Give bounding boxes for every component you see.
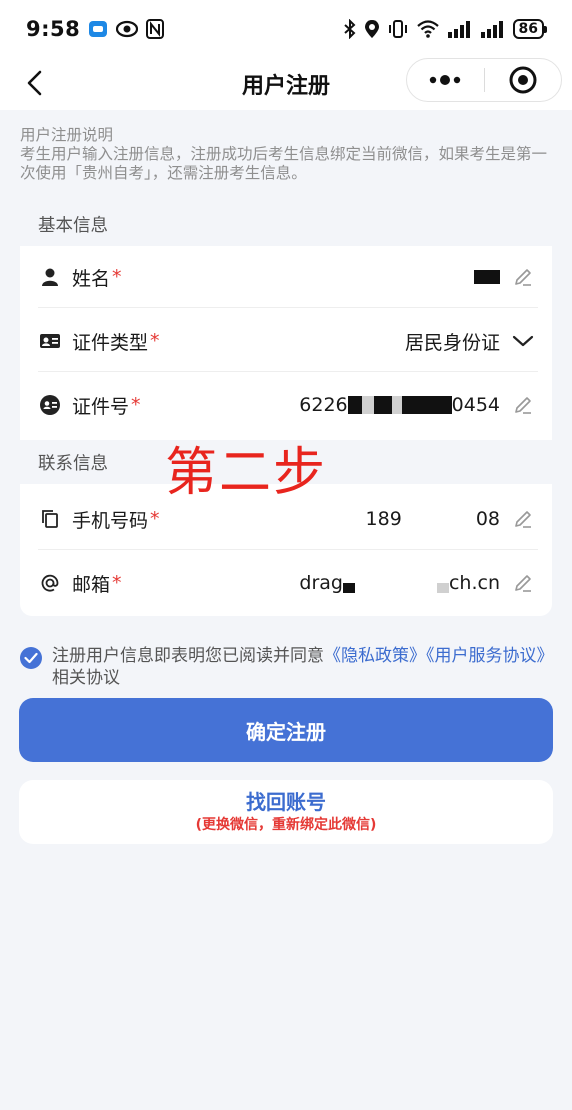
nav-bar: 用户注册 bbox=[0, 58, 572, 110]
step-annotation: 第二步 bbox=[165, 443, 328, 503]
recover-account-label: 找回账号 bbox=[246, 790, 326, 814]
message-icon bbox=[88, 19, 108, 39]
required-mark: * bbox=[112, 266, 122, 288]
phone-prefix: 189 bbox=[365, 508, 402, 530]
id-number-prefix: 6226 bbox=[299, 394, 348, 416]
close-mini-program-button[interactable] bbox=[485, 59, 562, 101]
phone-value[interactable]: 189 08 bbox=[366, 508, 500, 530]
checkmark-icon bbox=[24, 652, 38, 664]
id-type-value: 居民身份证 bbox=[404, 331, 500, 354]
id-number-value[interactable]: 6226 0454 bbox=[299, 394, 500, 416]
privacy-policy-link[interactable]: 《隐私政策》 bbox=[324, 646, 426, 666]
agreement-statement: 注册用户信息即表明您已阅读并同意 bbox=[52, 646, 324, 666]
id-type-field[interactable]: 证件类型 * 居民身份证 bbox=[20, 310, 552, 372]
row-divider bbox=[38, 549, 538, 550]
recover-account-sublabel: (更换微信，重新绑定此微信) bbox=[195, 817, 377, 833]
redaction-mask bbox=[342, 583, 355, 593]
notice-body: 考生用户输入注册信息，注册成功后考生信息绑定当前微信，如果考生是第一次使用「贵州… bbox=[20, 145, 548, 182]
person-icon bbox=[38, 265, 62, 289]
registration-notice: 用户注册说明 考生用户输入注册信息，注册成功后考生信息绑定当前微信，如果考生是第… bbox=[20, 126, 560, 183]
redaction-mask bbox=[391, 396, 402, 414]
more-button[interactable] bbox=[407, 59, 484, 101]
nfc-icon bbox=[146, 19, 165, 39]
id-type-select[interactable]: 居民身份证 bbox=[405, 328, 500, 355]
chevron-down-icon[interactable] bbox=[512, 330, 534, 352]
redaction-mask bbox=[347, 396, 362, 414]
name-field[interactable]: 姓名 * bbox=[20, 246, 552, 308]
name-value[interactable] bbox=[468, 270, 500, 284]
wifi-icon bbox=[416, 19, 440, 39]
redaction-mask bbox=[474, 270, 500, 284]
phone-label: 手机号码 bbox=[72, 509, 149, 532]
edit-icon[interactable] bbox=[512, 572, 534, 594]
target-icon bbox=[509, 66, 537, 94]
recover-account-button[interactable]: 找回账号 (更换微信，重新绑定此微信) bbox=[19, 780, 553, 844]
email-suffix: ch.cn bbox=[448, 572, 500, 594]
required-mark: * bbox=[150, 508, 160, 530]
mini-program-capsule bbox=[406, 58, 562, 102]
edit-icon[interactable] bbox=[512, 394, 534, 416]
status-time: 9:58 bbox=[26, 17, 81, 41]
id-card-icon bbox=[38, 329, 62, 353]
location-icon bbox=[364, 19, 380, 39]
section-contact-info-label: 联系信息 bbox=[38, 453, 108, 474]
bluetooth-icon bbox=[343, 19, 357, 39]
section-basic-info: 基本信息 bbox=[20, 202, 552, 246]
vibrate-icon bbox=[387, 19, 409, 39]
id-number-field[interactable]: 证件号 * 6226 0454 bbox=[20, 374, 552, 436]
required-mark: * bbox=[112, 572, 122, 594]
agreement: 注册用户信息即表明您已阅读并同意《隐私政策》《用户服务协议》相关协议 bbox=[20, 645, 554, 689]
email-value[interactable]: drag ch.cn bbox=[299, 572, 500, 594]
eye-icon bbox=[116, 20, 139, 38]
registration-form: 基本信息 姓名 * 证件类型 * 居民身份证 证件号 * 6226 0454 联… bbox=[20, 202, 552, 616]
edit-icon[interactable] bbox=[512, 508, 534, 530]
name-label: 姓名 bbox=[72, 267, 111, 290]
id-type-label: 证件类型 bbox=[72, 331, 149, 354]
redaction-mask bbox=[436, 583, 449, 593]
status-right: 86 bbox=[343, 19, 548, 39]
section-basic-info-label: 基本信息 bbox=[38, 215, 108, 236]
service-agreement-link[interactable]: 《用户服务协议》 bbox=[426, 646, 554, 666]
email-prefix: drag bbox=[299, 572, 343, 594]
agreement-text: 注册用户信息即表明您已阅读并同意《隐私政策》《用户服务协议》相关协议 bbox=[52, 645, 554, 689]
redaction-mask bbox=[361, 396, 374, 414]
id-number-label: 证件号 bbox=[72, 395, 130, 418]
status-left: 9:58 bbox=[26, 17, 165, 41]
email-field[interactable]: 邮箱 * drag ch.cn bbox=[20, 552, 552, 614]
battery-indicator: 86 bbox=[512, 19, 548, 39]
signal-icon bbox=[480, 20, 506, 38]
agreement-checkbox[interactable] bbox=[20, 647, 42, 669]
notice-title: 用户注册说明 bbox=[20, 126, 114, 144]
at-sign-icon bbox=[38, 571, 62, 595]
more-dots-icon bbox=[430, 75, 461, 85]
status-bar: 9:58 86 bbox=[0, 0, 572, 58]
email-label: 邮箱 bbox=[72, 573, 111, 596]
row-divider bbox=[38, 307, 538, 308]
required-mark: * bbox=[150, 330, 160, 352]
redaction-mask bbox=[417, 396, 452, 414]
register-button[interactable]: 确定注册 bbox=[19, 698, 553, 762]
row-divider bbox=[38, 371, 538, 372]
copy-icon bbox=[38, 507, 62, 531]
id-badge-icon bbox=[38, 393, 62, 417]
agreement-suffix: 相关协议 bbox=[52, 668, 120, 688]
edit-icon[interactable] bbox=[512, 266, 534, 288]
required-mark: * bbox=[131, 394, 141, 416]
redaction-mask bbox=[373, 396, 392, 414]
id-number-suffix: 0454 bbox=[451, 394, 500, 416]
phone-suffix: 08 bbox=[475, 508, 500, 530]
signal-icon bbox=[447, 20, 473, 38]
redaction-mask bbox=[401, 396, 418, 414]
